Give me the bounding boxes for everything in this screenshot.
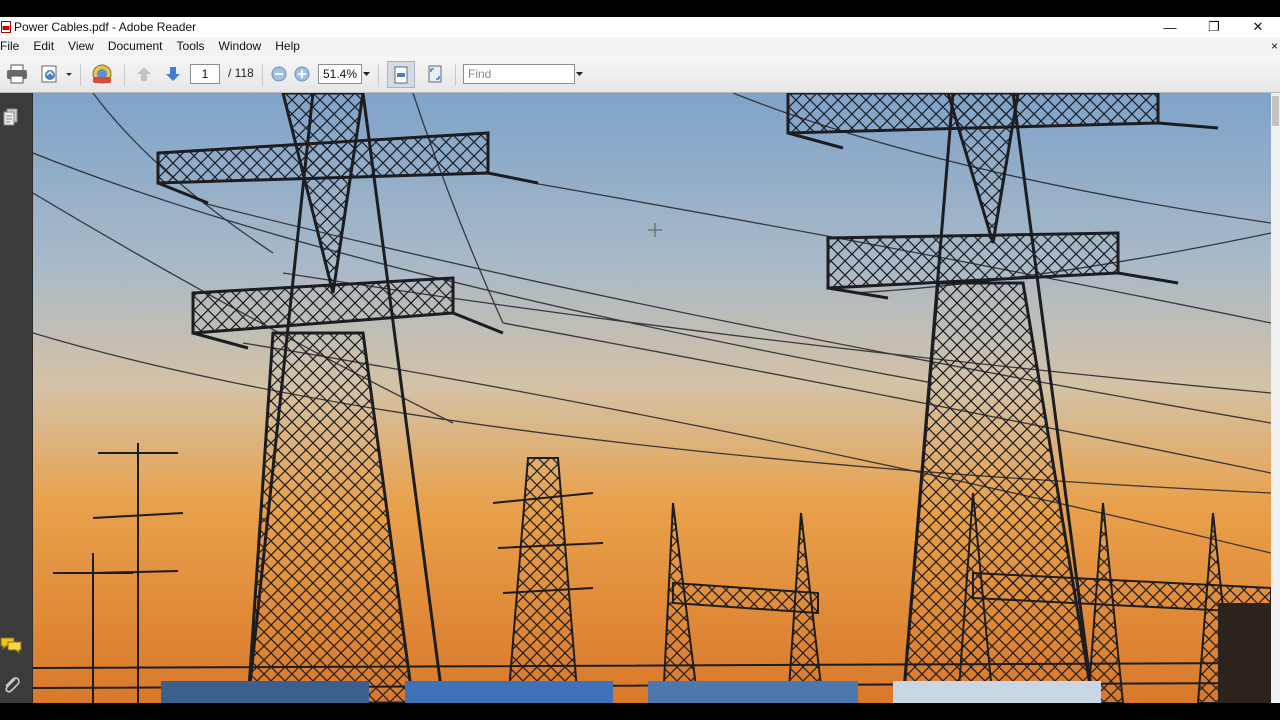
find-input[interactable]: Find — [463, 64, 575, 84]
zoom-in-button[interactable] — [293, 65, 311, 83]
attachments-button[interactable] — [2, 673, 20, 693]
document-close-button[interactable]: × — [1271, 37, 1278, 56]
export-button[interactable] — [38, 63, 74, 85]
page-number-input[interactable]: 1 — [190, 64, 220, 84]
find-options-button[interactable] — [575, 69, 583, 79]
paperclip-icon — [5, 677, 20, 693]
fit-page-icon — [428, 65, 442, 83]
window-title: Power Cables.pdf - Adobe Reader — [14, 20, 197, 34]
comments-icon — [0, 637, 22, 654]
share-button[interactable] — [88, 62, 116, 86]
page-total: / 118 — [228, 66, 254, 80]
chevron-down-icon — [575, 71, 583, 76]
menu-document[interactable]: Document — [101, 37, 170, 56]
pdf-page-photo — [33, 93, 1271, 703]
zoom-dropdown-button[interactable] — [362, 69, 370, 79]
menu-edit[interactable]: Edit — [26, 37, 61, 56]
title-bar: Power Cables.pdf - Adobe Reader — ❐ ✕ — [0, 17, 1280, 37]
pages-panel-button[interactable] — [3, 108, 19, 126]
zoom-out-button[interactable] — [270, 65, 288, 83]
fit-width-button[interactable] — [387, 61, 415, 88]
navigation-pane — [0, 93, 33, 703]
print-button[interactable] — [5, 63, 29, 85]
menu-view[interactable]: View — [61, 37, 101, 56]
zoom-out-icon — [271, 66, 287, 82]
menu-window[interactable]: Window — [212, 37, 269, 56]
fit-page-button[interactable] — [424, 63, 446, 85]
menu-help[interactable]: Help — [268, 37, 307, 56]
previous-page-button[interactable] — [133, 64, 155, 84]
vertical-scrollbar[interactable] — [1271, 93, 1280, 703]
next-page-button[interactable] — [162, 64, 184, 84]
arrow-down-icon — [166, 67, 180, 81]
menu-file[interactable]: File — [0, 37, 26, 56]
document-view[interactable] — [33, 93, 1271, 703]
minimize-button[interactable]: — — [1148, 17, 1192, 37]
export-pdf-icon — [41, 65, 72, 83]
restore-button[interactable]: ❐ — [1192, 17, 1236, 37]
menu-tools[interactable]: Tools — [170, 37, 212, 56]
pdf-file-icon — [1, 21, 11, 33]
fit-width-icon — [394, 66, 408, 83]
close-button[interactable]: ✕ — [1236, 17, 1280, 37]
print-icon — [7, 64, 27, 84]
zoom-level-input[interactable]: 51.4% — [318, 64, 362, 84]
menu-bar: File Edit View Document Tools Window Hel… — [0, 37, 1280, 56]
zoom-in-icon — [294, 66, 310, 82]
arrow-up-icon — [137, 67, 151, 81]
chevron-down-icon — [362, 71, 370, 76]
scrollbar-thumb[interactable] — [1272, 96, 1279, 126]
comments-button[interactable] — [0, 636, 22, 654]
share-icon — [92, 64, 112, 84]
screen-bottom-edge — [0, 703, 1280, 720]
pages-panel-icon — [3, 108, 18, 126]
toolbar: 1 / 118 51.4% Find — [0, 56, 1280, 93]
